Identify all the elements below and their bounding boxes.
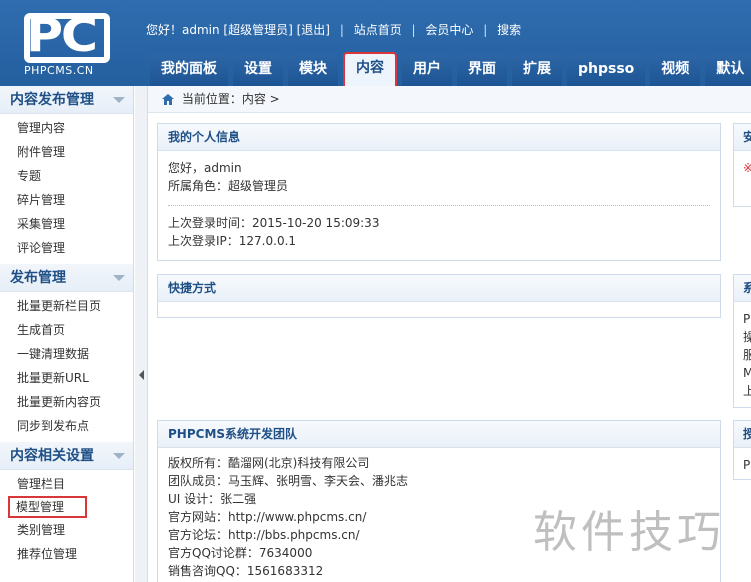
tab-video[interactable]: 视频: [650, 54, 701, 86]
divider: [168, 205, 710, 206]
sidebar-section-title: 内容相关设置: [10, 448, 94, 464]
sidebar-splitter[interactable]: [135, 86, 148, 582]
main-menu: 我的面板 设置 模块 内容 用户 界面 扩展 phpsso 视频 默认: [150, 52, 751, 86]
divider: |: [339, 23, 344, 37]
collapse-arrow-icon[interactable]: [113, 453, 125, 459]
home-icon[interactable]: [162, 94, 174, 105]
sidebar-item-collect[interactable]: 采集管理: [0, 212, 133, 236]
collapse-arrow-icon[interactable]: [113, 275, 125, 281]
site-home-link[interactable]: 站点首页: [354, 23, 402, 37]
member-center-link[interactable]: 会员中心: [425, 23, 473, 37]
logo-subtitle: PHPCMS.CN: [24, 64, 94, 77]
tab-users[interactable]: 用户: [402, 54, 452, 86]
sidebar-section-header[interactable]: 内容发布管理: [0, 86, 133, 114]
role-line: 所属角色：超级管理员: [168, 179, 289, 193]
sidebar-section-header[interactable]: 内容相关设置: [0, 442, 133, 470]
sidebar-item-comments[interactable]: 评论管理: [0, 236, 133, 260]
tab-my-panel[interactable]: 我的面板: [150, 54, 228, 86]
team-members-line: 团队成员：马玉辉、张明雪、李天会、潘兆志: [168, 474, 409, 488]
tab-interface[interactable]: 界面: [457, 54, 507, 86]
license-panel: 授 P: [733, 420, 751, 480]
breadcrumb: 当前位置：内容 >: [148, 86, 751, 113]
panel-title: 快捷方式: [158, 275, 720, 302]
sidebar-item-batch-url[interactable]: 批量更新URL: [0, 366, 133, 390]
divider: |: [483, 23, 488, 37]
logo-brand: PC: [26, 8, 98, 62]
copyright-line: 版权所有：酷溜网(北京)科技有限公司: [168, 456, 370, 470]
header: PC PHPCMS.CN 您好！admin [超级管理员] [退出] | 站点首…: [0, 0, 751, 86]
info-line: P: [743, 458, 751, 472]
search-link[interactable]: 搜索: [497, 23, 521, 37]
panel-title: 安: [734, 124, 751, 151]
info-line: 上: [743, 384, 751, 398]
last-login-time: 上次登录时间：2015-10-20 15:09:33: [168, 216, 380, 230]
info-line: M: [743, 366, 751, 380]
tab-extensions[interactable]: 扩展: [512, 54, 562, 86]
sidebar-item-manage-content[interactable]: 管理内容: [0, 116, 133, 140]
tab-modules[interactable]: 模块: [288, 54, 338, 86]
logout-link[interactable]: [退出]: [297, 23, 330, 37]
sidebar-item-special[interactable]: 专题: [0, 164, 133, 188]
security-panel: 安 ※: [733, 123, 751, 207]
info-line: P: [743, 312, 751, 326]
sidebar-section-title: 发布管理: [10, 270, 66, 286]
sidebar-item-fragments[interactable]: 碎片管理: [0, 188, 133, 212]
phpcms-logo[interactable]: PC PHPCMS.CN: [0, 0, 140, 86]
greeting-line: 您好，admin: [168, 161, 242, 175]
panel-title: 系: [734, 275, 751, 302]
sidebar-item-position-manage[interactable]: 推荐位管理: [0, 542, 133, 566]
tab-phpsso[interactable]: phpsso: [567, 54, 646, 86]
sidebar-item-type-manage[interactable]: 类别管理: [0, 518, 133, 542]
info-line: 操: [743, 330, 751, 344]
sidebar-item-clean-data[interactable]: 一键清理数据: [0, 342, 133, 366]
panel-title: PHPCMS系统开发团队: [158, 421, 720, 448]
sidebar-section-title: 内容发布管理: [10, 92, 94, 108]
sidebar-section-header[interactable]: 发布管理: [0, 264, 133, 292]
tab-content[interactable]: 内容: [343, 52, 397, 86]
sales-qq-line: 销售咨询QQ：1561683312: [168, 564, 324, 578]
last-login-ip: 上次登录IP：127.0.0.1: [168, 234, 297, 248]
info-line: 服: [743, 348, 751, 362]
sidebar-item-model-manage[interactable]: 模型管理: [8, 496, 87, 518]
shortcut-panel: 快捷方式: [157, 274, 721, 318]
sidebar-item-attachments[interactable]: 附件管理: [0, 140, 133, 164]
tab-default[interactable]: 默认: [705, 54, 751, 86]
panel-title: 我的个人信息: [158, 124, 720, 151]
sidebar: 内容发布管理 管理内容 附件管理 专题 碎片管理 采集管理 评论管理 发布管理 …: [0, 86, 134, 582]
personal-info-panel: 我的个人信息 您好，admin 所属角色：超级管理员 上次登录时间：2015-1…: [157, 123, 721, 261]
system-info-panel: 系 P 操 服 M 上: [733, 274, 751, 408]
sidebar-item-manage-category[interactable]: 管理栏目: [0, 472, 133, 496]
breadcrumb-text: 当前位置：内容 >: [181, 92, 280, 106]
collapse-arrow-icon[interactable]: [113, 97, 125, 103]
sidebar-item-batch-content[interactable]: 批量更新内容页: [0, 390, 133, 414]
greeting-text: 您好！admin [超级管理员]: [146, 23, 293, 37]
tab-settings[interactable]: 设置: [233, 54, 283, 86]
panel-title: 授: [734, 421, 751, 448]
divider: |: [411, 23, 416, 37]
watermark: 软件技巧: [533, 507, 725, 558]
collapse-left-icon[interactable]: [139, 370, 144, 380]
top-nav: 您好！admin [超级管理员] [退出] | 站点首页 | 会员中心 | 搜索: [146, 21, 521, 38]
sidebar-item-generate-home[interactable]: 生成首页: [0, 318, 133, 342]
sidebar-item-batch-category[interactable]: 批量更新栏目页: [0, 294, 133, 318]
sidebar-item-sync-publish[interactable]: 同步到发布点: [0, 414, 133, 438]
warning-mark: ※: [734, 151, 751, 185]
